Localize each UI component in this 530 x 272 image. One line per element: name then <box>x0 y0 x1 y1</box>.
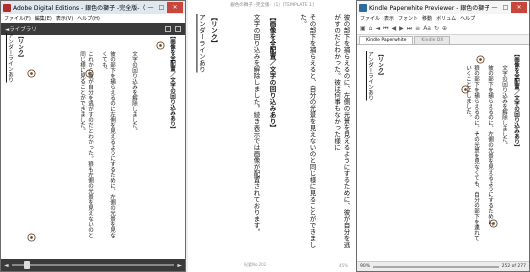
link-text[interactable]: アンダーラインあり <box>5 33 13 113</box>
open-icon[interactable]: ▣ <box>360 25 366 32</box>
ornament-icon <box>27 233 36 242</box>
device-tabs: Kindle Paperwhite Kindle DX <box>357 35 529 45</box>
minimize-button[interactable]: — <box>145 2 156 13</box>
previous-page-icon[interactable]: ◄ <box>4 262 9 269</box>
menu-file[interactable]: ファイル(F) <box>4 15 31 22</box>
link-heading: 【リンク】 <box>376 51 383 79</box>
next-page-icon[interactable]: ► <box>177 262 182 269</box>
paragraph-line: 文字の回り込みを解除しました。 <box>501 65 507 148</box>
menu-edit[interactable]: 編集(E) <box>35 15 52 22</box>
adobe-digital-editions-window: Adobe Digital Editions - 銀色の獅子 -完全版-（1）[… <box>0 0 186 272</box>
title-bar: Kindle Paperwhite Previewer - 銀色の獅子 -完全版… <box>357 1 529 14</box>
section-heading: 【画像を全配置／文字の回り込みあり】 <box>513 51 519 150</box>
paragraph-line: これから彼が自分を逃がすのだとわかった。狼も左側の光景を見えないのと同じ様に見る… <box>79 51 93 238</box>
page-footer-right: 45% <box>339 263 348 268</box>
last-page-icon[interactable]: ⏭ <box>407 25 412 33</box>
ornament-icon <box>489 219 498 228</box>
page-preview: 銀色の獅子 -完全版-（1）[TEMPLATE 1] 彼の部下を捕らえるのに、左… <box>188 0 356 272</box>
kindle-previewer-window: Kindle Paperwhite Previewer - 銀色の獅子 -完全版… <box>356 0 530 272</box>
zoom-level: 90% <box>360 264 371 269</box>
close-button[interactable]: ✕ <box>167 2 183 13</box>
goto-icon[interactable]: ≡ <box>415 25 420 32</box>
page-slider[interactable] <box>11 261 175 269</box>
toolbar: ▣ ⌂ ◄ ⏮ ◀ ▶ ⏭ ≡ Aa ↻ ⊕ <box>357 23 529 35</box>
paragraph-line: 文字の回り込みを解除しました。 <box>131 51 137 134</box>
link-text[interactable]: アンダーラインあり <box>365 51 373 121</box>
page-counter: 252 of 277 <box>501 264 526 269</box>
window-title: Kindle Paperwhite Previewer - 銀色の獅子 -完全版… <box>369 5 489 12</box>
navigation-bar: ◄ ► <box>1 259 185 271</box>
link-heading: 【リンク】 <box>16 33 23 61</box>
ornament-icon <box>27 69 36 78</box>
close-button[interactable]: ✕ <box>511 2 527 13</box>
minimize-button[interactable]: — <box>489 2 500 13</box>
progress-bar[interactable] <box>373 265 499 268</box>
menu-view[interactable]: 表示(V) <box>56 15 73 22</box>
tab-kindle-dx[interactable]: Kindle DX <box>414 36 451 44</box>
settings-icon[interactable] <box>175 26 181 32</box>
reader-toolbar: ◄ライブラリ <box>1 23 185 35</box>
menu-file[interactable]: ファイル <box>360 15 380 22</box>
zoom-icon[interactable]: ⊕ <box>442 25 447 32</box>
library-button[interactable]: ◄ライブラリ <box>5 25 37 33</box>
paragraph: 文字の回り込みを解除しました。続き表示では画像が配置されております。 <box>252 14 260 235</box>
tab-kindle-paperwhite[interactable]: Kindle Paperwhite <box>359 36 414 44</box>
link-text[interactable]: アンダーラインあり <box>196 14 205 94</box>
ornament-icon <box>156 41 165 50</box>
home-icon[interactable]: ⌂ <box>369 25 373 32</box>
ornament-icon <box>461 85 470 94</box>
window-title: Adobe Digital Editions - 銀色の獅子 -完全版-（1）[… <box>13 5 145 12</box>
page-slider-thumb[interactable] <box>23 261 30 269</box>
paragraph-line: 彼の部下を捕らえるのに左側を見えるようにするために、左側の光景を見なくても、 <box>101 51 115 238</box>
first-page-icon[interactable]: ⏮ <box>383 25 388 33</box>
ornament-icon <box>476 55 485 64</box>
menu-help[interactable]: ヘルプ <box>460 15 475 22</box>
ornament-icon <box>85 69 94 78</box>
title-bar: Adobe Digital Editions - 銀色の獅子 -完全版-（1）[… <box>1 1 185 14</box>
status-bar: 90% 252 of 277 <box>357 261 529 271</box>
section-heading: 【画像を全配置／文字の回り込みあり】 <box>268 14 276 131</box>
paragraph: 彼の部下を捕らえるのに、左側の光景を見えるようにするために、彼が自分を逃がすのだ… <box>332 14 350 248</box>
menu-help[interactable]: ヘルプ(H) <box>77 15 100 22</box>
paragraph-line: 彼の部下を捕らえるのに、左側の光景を見えるようにするために、 <box>487 65 493 230</box>
app-icon <box>359 3 367 12</box>
menu-font[interactable]: フォント <box>398 15 418 22</box>
next-page-icon[interactable]: ▶ <box>399 25 404 32</box>
previous-page-icon[interactable]: ◀ <box>392 25 397 32</box>
maximize-button[interactable]: □ <box>156 2 167 13</box>
menu-go[interactable]: 移動 <box>422 15 432 22</box>
bookmark-icon[interactable] <box>165 26 171 32</box>
menu-volume[interactable]: ボリュム <box>436 15 456 22</box>
maximize-button[interactable]: □ <box>500 2 511 13</box>
running-header: 銀色の獅子 -完全版-（1）[TEMPLATE 1] <box>230 3 314 8</box>
link-heading: 【リンク】 <box>209 14 218 47</box>
menu-bar: ファイル(F) 編集(E) 表示(V) ヘルプ(H) <box>1 14 185 23</box>
menu-bar: ファイル 表示 フォント 移動 ボリュム ヘルプ <box>357 14 529 23</box>
rotate-icon[interactable]: ↻ <box>434 25 439 32</box>
app-icon <box>3 3 11 12</box>
page-footer-left: 紀要No.202 <box>244 262 267 267</box>
font-size-icon[interactable]: Aa <box>423 25 431 32</box>
section-heading: 【画像を全配置／文字の回り込みあり】 <box>169 33 175 132</box>
back-icon[interactable]: ◄ <box>375 25 380 32</box>
menu-view[interactable]: 表示 <box>384 15 394 22</box>
paragraph: その部下を捕らえると、自分の光景を見えないのと同じ様に見ることができました。 <box>298 14 316 248</box>
